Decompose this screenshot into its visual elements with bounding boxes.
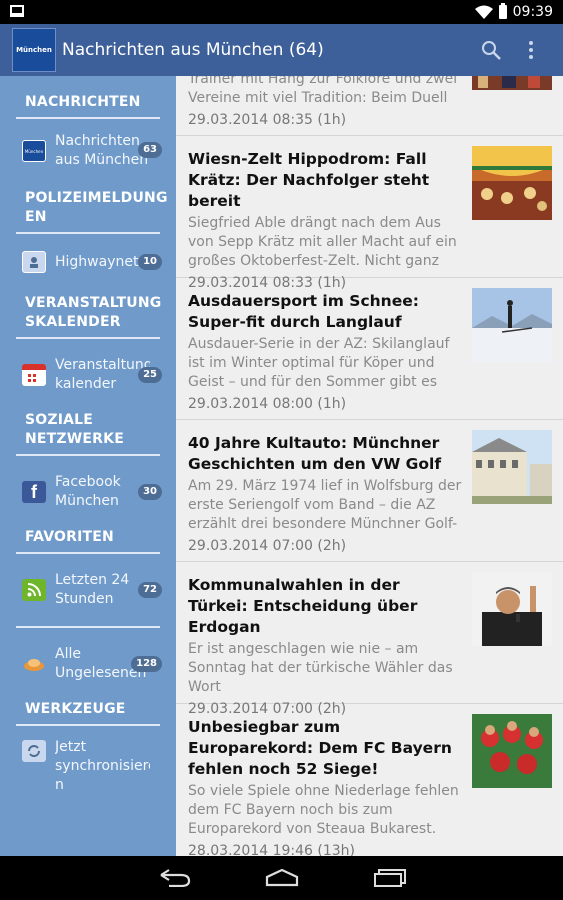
- article-thumbnail: [472, 146, 552, 220]
- count-badge: 10: [138, 254, 162, 270]
- status-bar: 09:39: [0, 0, 563, 24]
- article-thumbnail: [472, 288, 552, 362]
- count-badge: 128: [131, 656, 162, 672]
- article-snippet: Er ist angeschlagen wie nie – am Sonntag…: [188, 641, 453, 695]
- search-button[interactable]: [471, 30, 511, 70]
- sidebar-item-veranstaltungskalender[interactable]: Veranstaltungs kalender 25: [0, 339, 176, 411]
- app-logo[interactable]: München: [12, 28, 56, 72]
- more-vert-icon: [529, 41, 533, 59]
- article-date: 29.03.2014 08:35 (1h): [188, 112, 347, 128]
- article-snippet: Siegfried Able drängt nach dem Aus von S…: [188, 215, 457, 269]
- system-nav-bar: [0, 856, 563, 900]
- sidebar-item-label: Highwaynet: [55, 253, 139, 270]
- list-item[interactable]: Wiesn-Zelt Hippodrom: Fall Krätz: Der Na…: [176, 136, 563, 291]
- wifi-icon: [474, 5, 493, 19]
- action-bar: München Nachrichten aus München (64): [0, 24, 563, 76]
- count-badge: 72: [138, 582, 162, 598]
- screenshot-notification-icon: [10, 5, 24, 17]
- article-snippet: Ausdauer-Serie in der AZ: Skilanglauf is…: [188, 336, 450, 390]
- sidebar: NACHRICHTEN München Nachrichten aus Münc…: [0, 76, 176, 856]
- article-title: Ausdauersport im Schnee: Super-fit durch…: [188, 292, 419, 331]
- sidebar-item-label: Veranstaltungs kalender: [55, 357, 150, 392]
- facebook-icon: f: [22, 481, 46, 503]
- section-nachrichten: NACHRICHTEN: [25, 94, 141, 110]
- search-icon: [482, 41, 501, 60]
- muenchen-logo-icon: München: [22, 140, 46, 162]
- article-date: 29.03.2014 07:00 (2h): [188, 538, 347, 554]
- list-item[interactable]: Unbesiegbar zum Europarekord: Dem FC Bay…: [176, 704, 563, 856]
- unread-feed-icon: [22, 653, 46, 675]
- sync-icon: [22, 740, 46, 762]
- article-thumbnail: [472, 76, 552, 90]
- list-item[interactable]: Ausdauersport im Schnee: Super-fit durch…: [176, 278, 563, 420]
- article-thumbnail: [472, 430, 552, 504]
- list-item[interactable]: Kommunalwahlen in der Türkei: Entscheidu…: [176, 562, 563, 717]
- sidebar-item-facebook[interactable]: f Facebook München 30: [0, 456, 176, 528]
- overflow-menu-button[interactable]: [511, 30, 551, 70]
- rss-icon: [22, 579, 46, 601]
- article-title: Kommunalwahlen in der Türkei: Entscheidu…: [188, 576, 418, 636]
- calendar-icon: [22, 364, 46, 386]
- article-snippet: Am 29. März 1974 lief in Wolfsburg der e…: [188, 478, 462, 532]
- article-title: Unbesiegbar zum Europarekord: Dem FC Bay…: [188, 718, 452, 778]
- sidebar-item-label: Jetzt synchronisiere n: [55, 739, 150, 793]
- article-thumbnail: [472, 714, 552, 788]
- section-soziale-netzwerke: SOZIALE NETZWERKE: [25, 412, 124, 447]
- clock: 09:39: [512, 4, 553, 20]
- count-badge: 63: [138, 142, 162, 158]
- article-list: Trainer mit Hang zur Folklore und zwei V…: [176, 76, 563, 856]
- sidebar-item-label: Nachrichten aus München: [55, 133, 149, 168]
- home-icon[interactable]: [265, 869, 299, 887]
- sidebar-item-highwaynet[interactable]: Highwaynet 10: [0, 234, 176, 290]
- sidebar-item-letzten-24-stunden[interactable]: Letzten 24 Stunden 72: [0, 554, 176, 626]
- sidebar-item-label: Letzten 24 Stunden: [55, 572, 130, 607]
- highwaynet-icon: [22, 251, 46, 273]
- back-icon[interactable]: [157, 869, 191, 887]
- article-snippet: Trainer mit Hang zur Folklore und zwei V…: [188, 76, 458, 106]
- page-title: Nachrichten aus München (64): [62, 40, 324, 60]
- section-polizeimeldungen: POLIZEIMELDUNG EN: [25, 190, 168, 225]
- article-date: 28.03.2014 19:46 (13h): [188, 843, 356, 856]
- battery-icon: [498, 3, 507, 19]
- count-badge: 25: [138, 367, 162, 383]
- article-thumbnail: [472, 572, 552, 646]
- sidebar-item-jetzt-synchronisieren[interactable]: Jetzt synchronisiere n: [0, 726, 176, 806]
- recent-apps-icon[interactable]: [373, 869, 407, 887]
- section-veranstaltungskalender: VERANSTALTUNG SKALENDER: [25, 295, 162, 330]
- article-date: 29.03.2014 08:00 (1h): [188, 396, 347, 412]
- sidebar-item-label: Facebook München: [55, 474, 121, 509]
- sidebar-item-alle-ungelesenen[interactable]: Alle Ungelesenen 128: [0, 628, 176, 700]
- section-werkzeuge: WERKZEUGE: [25, 701, 126, 717]
- list-item[interactable]: 40 Jahre Kultauto: Münchner Geschichten …: [176, 420, 563, 562]
- article-title: 40 Jahre Kultauto: Münchner Geschichten …: [188, 434, 442, 473]
- count-badge: 30: [138, 484, 162, 500]
- sidebar-item-nachrichten[interactable]: München Nachrichten aus München 63: [0, 119, 176, 183]
- article-title: Wiesn-Zelt Hippodrom: Fall Krätz: Der Na…: [188, 150, 430, 210]
- section-favoriten: FAVORITEN: [25, 529, 114, 545]
- list-item[interactable]: Trainer mit Hang zur Folklore und zwei V…: [176, 76, 563, 136]
- article-snippet: So viele Spiele ohne Niederlage fehlen d…: [188, 783, 459, 837]
